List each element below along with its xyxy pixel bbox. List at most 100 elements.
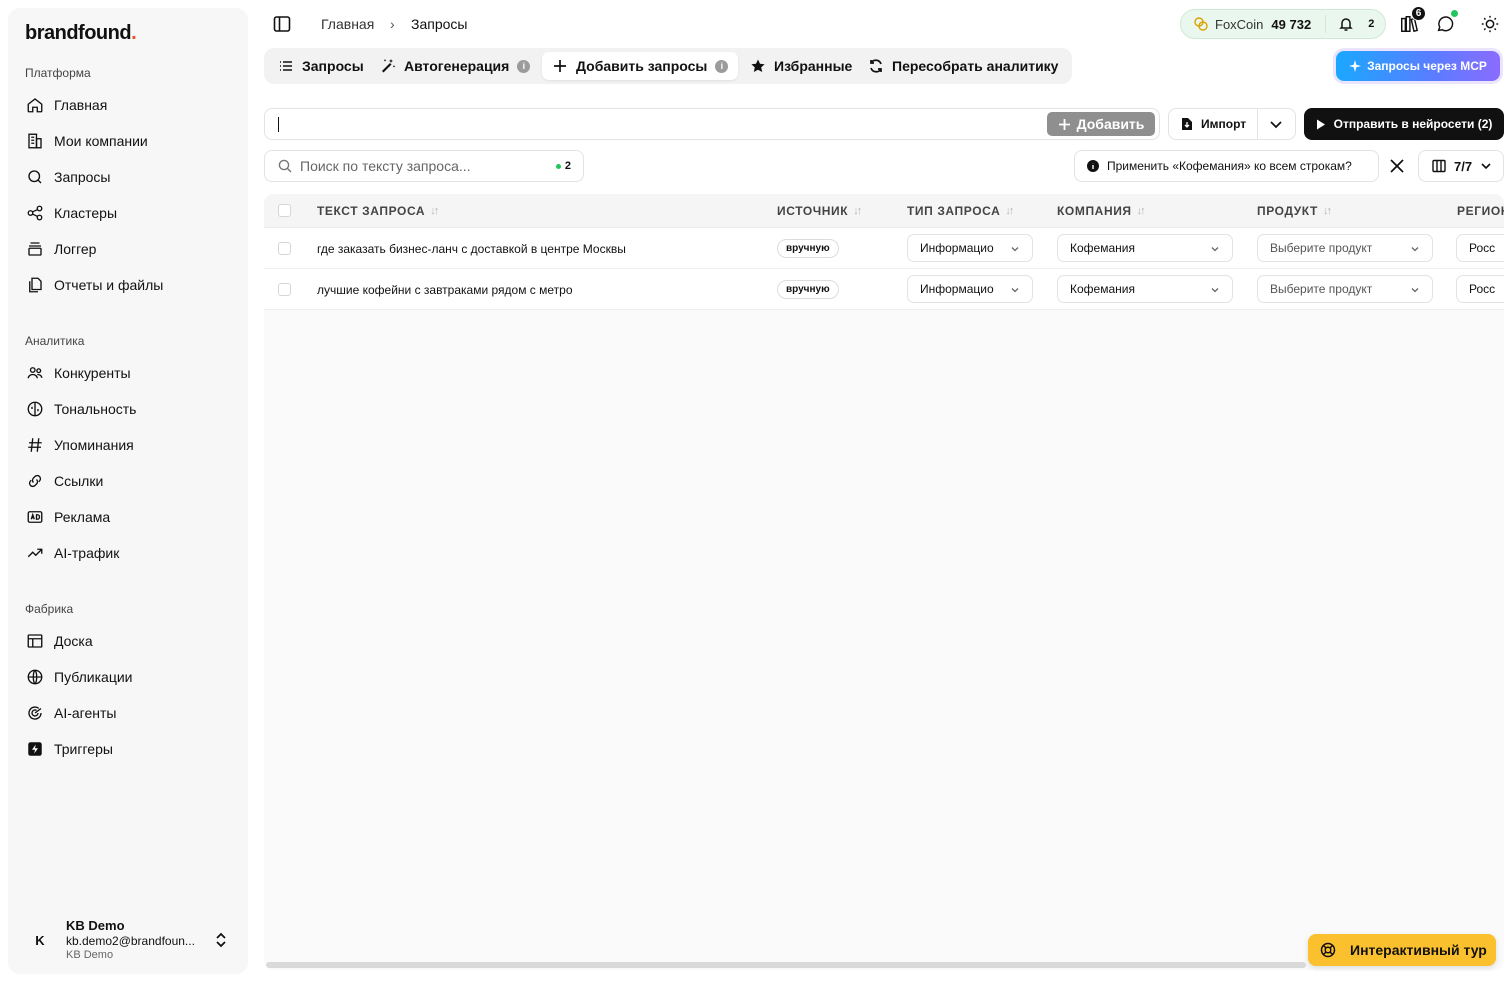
column-header-text[interactable]: ТЕКСТ ЗАПРОСА ↓↑ <box>317 204 439 218</box>
add-query-input[interactable]: Добавить <box>264 108 1160 140</box>
close-icon[interactable] <box>1386 155 1408 177</box>
columns-toggle[interactable]: 7/7 <box>1418 150 1504 182</box>
chevron-down-icon <box>1011 247 1019 252</box>
sidebar-item-competitors[interactable]: Конкуренты <box>18 358 238 388</box>
product-select[interactable]: Выберите продукт <box>1257 275 1433 303</box>
hash-icon <box>28 438 42 452</box>
file-import-icon <box>1182 118 1192 130</box>
building-icon <box>28 133 42 149</box>
avatar: K <box>26 926 54 954</box>
source-badge: вручную <box>777 239 839 258</box>
apply-prompt-text: Применить «Кофемания» ко всем строкам? <box>1107 159 1352 173</box>
tabs-bar: Запросы Автогенерация i Добавить запросы… <box>264 48 1072 84</box>
send-button-label: Отправить в нейросети (2) <box>1333 117 1493 131</box>
select-all-checkbox[interactable] <box>278 204 291 217</box>
mcp-queries-button[interactable]: Запросы через MCP <box>1336 51 1500 81</box>
query-search[interactable]: 2 <box>264 150 584 182</box>
sidebar-item-home[interactable]: Главная <box>18 90 238 120</box>
user-menu[interactable]: K KB Demo kb.demo2@brandfoun... KB Demo <box>18 914 238 966</box>
type-select[interactable]: Информацио <box>907 275 1033 303</box>
sidebar-item-label: Ссылки <box>54 473 104 489</box>
region-select[interactable]: Росс <box>1456 234 1504 262</box>
bell-icon[interactable] <box>1338 16 1354 32</box>
sort-icon: ↓↑ <box>430 205 439 217</box>
chevrons-up-down-icon[interactable] <box>214 932 228 948</box>
column-header-type[interactable]: ТИП ЗАПРОСА ↓↑ <box>907 204 1014 218</box>
sidebar-item-publications[interactable]: Публикации <box>18 662 238 692</box>
foxcoin-balance[interactable]: FoxCoin 49 732 2 <box>1180 9 1386 39</box>
messages-button[interactable] <box>1434 10 1458 35</box>
theme-toggle[interactable] <box>1479 13 1501 35</box>
tab-autogeneration[interactable]: Автогенерация i <box>370 52 540 80</box>
plus-icon <box>554 60 566 72</box>
sort-icon: ↓↑ <box>1322 205 1332 217</box>
tab-favorites[interactable]: Избранные <box>740 52 862 80</box>
tab-rebuild-analytics[interactable]: Пересобрать аналитику <box>858 52 1068 80</box>
sidebar-item-triggers[interactable]: Триггеры <box>18 734 238 764</box>
sidebar-item-sentiment[interactable]: Тональность <box>18 394 238 424</box>
info-icon <box>1087 160 1099 172</box>
column-header-source[interactable]: ИСТОЧНИК ↓↑ <box>777 204 862 218</box>
sidebar-item-links[interactable]: Ссылки <box>18 466 238 496</box>
table-header: ТЕКСТ ЗАПРОСА ↓↑ ИСТОЧНИК ↓↑ ТИП ЗАПРОСА ↓↑… <box>264 194 1504 228</box>
source-badge: вручную <box>777 280 839 299</box>
info-icon[interactable]: i <box>517 59 531 73</box>
sidebar-item-label: Доска <box>54 633 93 649</box>
chevron-down-icon[interactable] <box>1269 119 1283 131</box>
apply-company-prompt[interactable]: Применить «Кофемания» ко всем строкам? <box>1074 150 1379 182</box>
coin-value: 49 732 <box>1271 16 1312 32</box>
product-select[interactable]: Выберите продукт <box>1257 234 1433 262</box>
scrollbar-thumb[interactable] <box>266 962 1306 968</box>
sidebar-toggle-icon[interactable] <box>272 14 292 34</box>
company-select[interactable]: Кофемания <box>1057 275 1233 303</box>
column-header-region[interactable]: РЕГИОН <box>1457 204 1504 218</box>
row-checkbox[interactable] <box>278 242 291 255</box>
sidebar-item-label: Конкуренты <box>54 365 131 381</box>
chevron-down-icon <box>1411 247 1419 252</box>
sidebar-item-label: Публикации <box>54 669 133 685</box>
section-title-analytics: Аналитика <box>25 334 85 348</box>
sidebar-item-label: AI-трафик <box>54 545 120 561</box>
lifebuoy-icon <box>1320 942 1336 958</box>
tab-queries[interactable]: Запросы <box>268 52 374 80</box>
tab-add-queries[interactable]: Добавить запросы i <box>542 52 739 80</box>
search-input[interactable] <box>300 158 540 174</box>
brand-logo[interactable]: brandfound. <box>25 22 137 45</box>
link-icon <box>28 474 42 488</box>
company-select[interactable]: Кофемания <box>1057 234 1233 262</box>
chat-icon <box>1437 16 1454 32</box>
sidebar-item-companies[interactable]: Мои компании <box>18 126 238 156</box>
sidebar-item-clusters[interactable]: Кластеры <box>18 198 238 228</box>
sidebar-item-label: Главная <box>54 97 108 113</box>
add-button[interactable]: Добавить <box>1047 112 1155 136</box>
sidebar-item-ads[interactable]: Реклама <box>18 502 238 532</box>
breadcrumb-current: Запросы <box>411 16 468 32</box>
sidebar-item-label: AI-агенты <box>54 705 117 721</box>
section-title-platform: Платформа <box>25 66 91 80</box>
row-checkbox[interactable] <box>278 283 291 296</box>
sidebar-item-board[interactable]: Доска <box>18 626 238 656</box>
split-divider <box>1257 109 1258 139</box>
region-select[interactable]: Росс <box>1456 275 1504 303</box>
breadcrumb-home[interactable]: Главная <box>321 16 374 32</box>
sidebar-item-label: Тональность <box>54 401 137 417</box>
column-header-product[interactable]: ПРОДУКТ ↓↑ <box>1257 204 1332 218</box>
info-icon[interactable]: i <box>715 59 729 73</box>
interactive-tour-button[interactable]: Интерактивный тур <box>1308 934 1496 966</box>
sidebar-item-ai-agents[interactable]: AI-агенты <box>18 698 238 728</box>
sidebar-item-mentions[interactable]: Упоминания <box>18 430 238 460</box>
refresh-icon <box>870 59 882 73</box>
tour-label: Интерактивный тур <box>1350 942 1487 958</box>
coin-label: FoxCoin <box>1215 16 1264 32</box>
column-header-company[interactable]: КОМПАНИЯ ↓↑ <box>1057 204 1146 218</box>
sidebar-item-queries[interactable]: Запросы <box>18 162 238 192</box>
columns-icon <box>1432 159 1446 173</box>
sidebar-item-ai-traffic[interactable]: AI-трафик <box>18 538 238 568</box>
type-select[interactable]: Информацио <box>907 234 1033 262</box>
send-to-ai-button[interactable]: Отправить в нейросети (2) <box>1304 108 1504 140</box>
sets-button[interactable]: 6 <box>1398 6 1426 35</box>
sidebar-item-logger[interactable]: Логгер <box>18 234 238 264</box>
user-name: KB Demo <box>66 917 125 933</box>
import-button[interactable]: Импорт <box>1168 108 1296 140</box>
sidebar-item-reports[interactable]: Отчеты и файлы <box>18 270 238 300</box>
